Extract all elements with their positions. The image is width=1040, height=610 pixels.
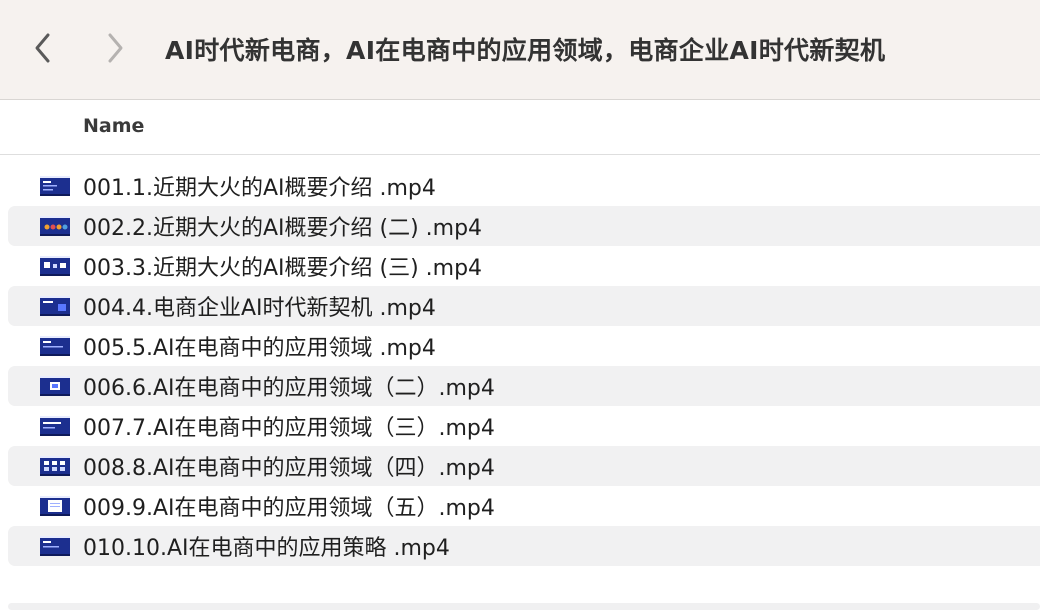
file-name: 008.8.AI在电商中的应用领域（四）.mp4: [83, 456, 495, 481]
window-title: AI时代新电商，AI在电商中的应用领域，电商企业AI时代新契机: [165, 36, 886, 65]
file-name: 004.4.电商企业AI时代新契机 .mp4: [83, 296, 436, 321]
name-column-header[interactable]: Name: [83, 115, 144, 137]
back-button[interactable]: [28, 28, 58, 68]
file-row[interactable]: 004.4.电商企业AI时代新契机 .mp4: [8, 286, 1040, 326]
file-name: 003.3.近期大火的AI概要介绍 (三) .mp4: [83, 256, 483, 281]
forward-button[interactable]: [100, 28, 130, 68]
horizontal-scrollbar[interactable]: [8, 603, 1040, 610]
file-row[interactable]: 005.5.AI在电商中的应用领域 .mp4: [8, 326, 1040, 366]
video-thumbnail-icon: [40, 176, 70, 196]
file-row[interactable]: 001.1.近期大火的AI概要介绍 .mp4: [8, 166, 1040, 206]
video-thumbnail-icon: [40, 416, 70, 436]
file-name: 001.1.近期大火的AI概要介绍 .mp4: [83, 176, 436, 201]
video-thumbnail-icon: [40, 256, 70, 276]
file-row[interactable]: 009.9.AI在电商中的应用领域（五）.mp4: [8, 486, 1040, 526]
file-name: 002.2.近期大火的AI概要介绍 (二) .mp4: [83, 216, 483, 241]
file-row[interactable]: 003.3.近期大火的AI概要介绍 (三) .mp4: [8, 246, 1040, 286]
file-name: 007.7.AI在电商中的应用领域（三）.mp4: [83, 416, 495, 441]
video-thumbnail-icon: [40, 456, 70, 476]
video-thumbnail-icon: [40, 296, 70, 316]
video-thumbnail-icon: [40, 336, 70, 356]
toolbar: AI时代新电商，AI在电商中的应用领域，电商企业AI时代新契机: [0, 0, 1040, 100]
file-name: 009.9.AI在电商中的应用领域（五）.mp4: [83, 496, 495, 521]
video-thumbnail-icon: [40, 536, 70, 556]
video-thumbnail-icon: [40, 496, 70, 516]
file-name: 010.10.AI在电商中的应用策略 .mp4: [83, 536, 450, 561]
file-row[interactable]: 008.8.AI在电商中的应用领域（四）.mp4: [8, 446, 1040, 486]
file-name: 006.6.AI在电商中的应用领域（二）.mp4: [83, 376, 495, 401]
file-row[interactable]: 010.10.AI在电商中的应用策略 .mp4: [8, 526, 1040, 566]
file-list: 001.1.近期大火的AI概要介绍 .mp4 002.2.近期大火的AI概要介绍…: [8, 166, 1040, 566]
chevron-right-icon: [108, 33, 123, 63]
file-row[interactable]: 006.6.AI在电商中的应用领域（二）.mp4: [8, 366, 1040, 406]
video-thumbnail-icon: [40, 216, 70, 236]
file-name: 005.5.AI在电商中的应用领域 .mp4: [83, 336, 436, 361]
file-row[interactable]: 007.7.AI在电商中的应用领域（三）.mp4: [8, 406, 1040, 446]
video-thumbnail-icon: [40, 376, 70, 396]
file-row[interactable]: 002.2.近期大火的AI概要介绍 (二) .mp4: [8, 206, 1040, 246]
chevron-left-icon: [35, 33, 50, 63]
column-header-bar: Name: [0, 101, 1040, 155]
